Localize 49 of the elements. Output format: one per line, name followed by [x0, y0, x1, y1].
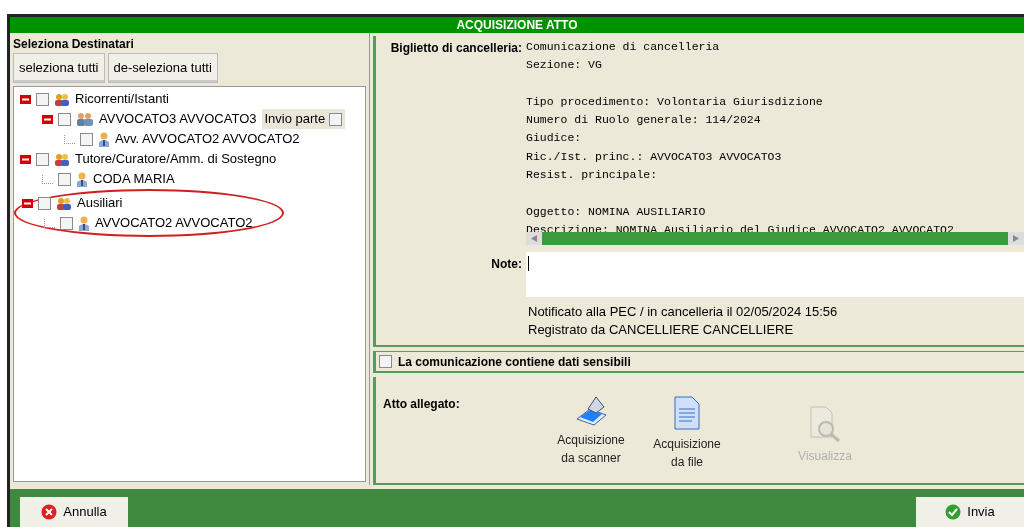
field-label: Biglietto di cancelleria: — [389, 40, 523, 57]
send-party-toggle[interactable]: Invio parte — [261, 109, 346, 129]
status-text: Notificato alla PEC / in cancelleria il 02/05/2024 15:56 — [528, 303, 839, 321]
tree-item-label[interactable]: AVVOCATO3 AVVOCATO3 — [99, 109, 257, 129]
attachment-action[interactable]: Acquisizione da file — [639, 395, 735, 483]
attachment-action[interactable]: Acquisizione da scanner — [543, 395, 639, 483]
note-field[interactable] — [526, 252, 1024, 297]
tree-item-label[interactable]: AVVOCATO2 AVVOCATO2 — [95, 213, 253, 233]
tree-item-label[interactable]: CODA MARIA — [93, 169, 175, 189]
checkbox[interactable] — [38, 196, 51, 210]
document-icon — [672, 395, 702, 431]
select-button[interactable]: seleziona tutti — [13, 53, 105, 83]
select-button[interactable]: de-seleziona tutti — [107, 53, 218, 83]
cancel-button[interactable]: Annulla — [20, 497, 128, 527]
person-icon — [78, 215, 90, 231]
checkbox[interactable] — [58, 172, 71, 186]
collapse-icon[interactable] — [20, 94, 31, 104]
checkbox[interactable] — [36, 92, 49, 106]
section-label: Atto allegato: — [383, 396, 461, 413]
scanner-icon — [574, 395, 608, 427]
panel-title: Seleziona Destinatari — [13, 36, 135, 53]
person-icon — [76, 171, 88, 187]
collapse-icon[interactable] — [42, 114, 53, 124]
collapse-icon[interactable] — [20, 154, 31, 164]
tree-item-label[interactable]: Ausiliari — [77, 193, 123, 213]
checkbox[interactable] — [36, 152, 49, 166]
tree-item-label[interactable]: Avv. AVVOCATO2 AVVOCATO2 — [115, 129, 300, 149]
cancel-icon — [41, 504, 58, 520]
checkbox[interactable] — [379, 355, 392, 368]
people-icon — [76, 112, 94, 126]
checkbox[interactable] — [58, 112, 71, 126]
collapse-icon[interactable] — [22, 198, 33, 208]
check-icon — [945, 504, 962, 520]
group-icon — [56, 196, 72, 210]
person-icon — [98, 131, 110, 147]
tree-item-label[interactable]: Tutore/Curatore/Amm. di Sostegno — [75, 149, 277, 169]
checkbox-label: La comunicazione contiene dati sensibili — [398, 353, 631, 371]
status-text: Registrato da CANCELLIERE CANCELLIERE — [528, 321, 795, 339]
checkbox[interactable] — [60, 216, 73, 230]
field-label: Note: — [490, 256, 523, 273]
document-magnifier-icon — [808, 405, 842, 443]
group-icon — [54, 92, 70, 106]
send-button[interactable]: Invia — [916, 497, 1024, 527]
horizontal-scrollbar[interactable] — [526, 232, 1024, 245]
checkbox[interactable] — [80, 132, 93, 146]
tree-item-label[interactable]: Ricorrenti/Istanti — [75, 89, 169, 109]
window-title: ACQUISIZIONE ATTO — [10, 17, 1024, 33]
group-icon — [54, 152, 70, 166]
checkbox[interactable] — [329, 112, 343, 126]
